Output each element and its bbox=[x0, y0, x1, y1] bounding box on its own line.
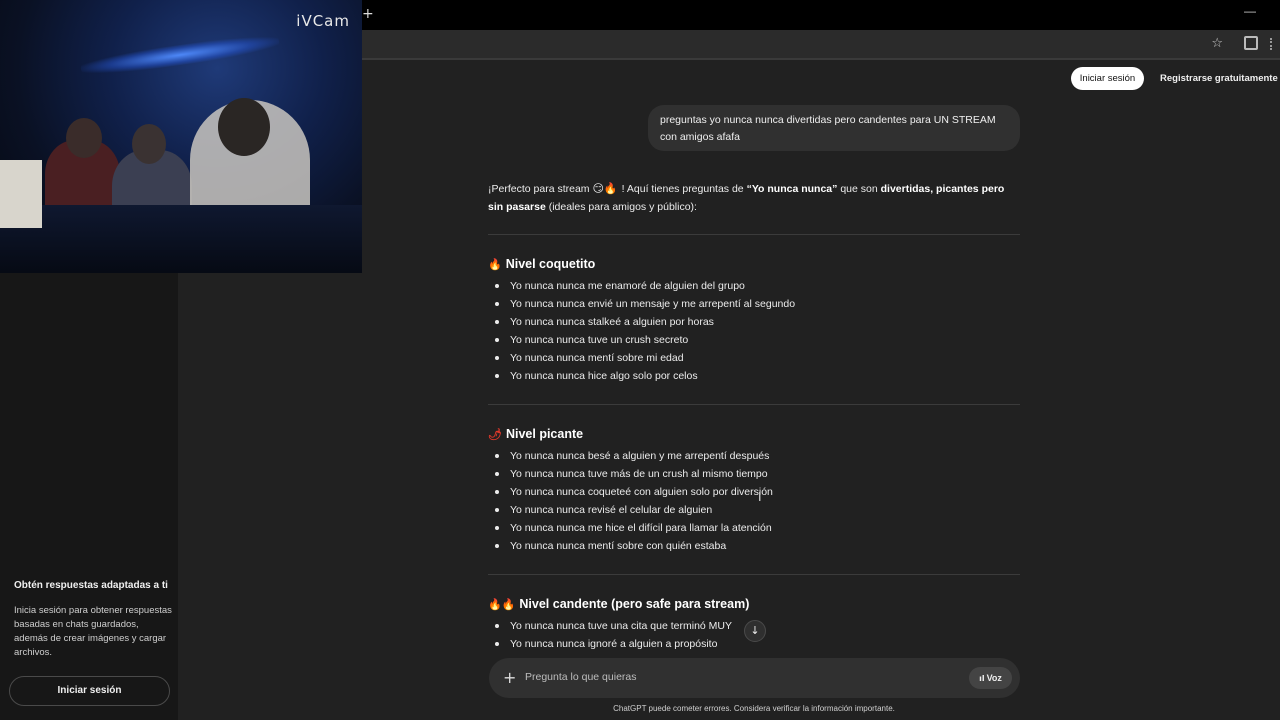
webcam-person-head bbox=[132, 124, 166, 164]
webcam-logo: iVCam bbox=[296, 12, 350, 30]
intro-text: ¡Perfecto para stream bbox=[488, 183, 593, 195]
section-title-picante: 🌶 Nivel picante bbox=[488, 427, 583, 441]
prompt-input[interactable]: Pregunta lo que quieras bbox=[525, 671, 637, 683]
list-item: Yo nunca nunca tuve un crush secreto bbox=[492, 331, 1012, 349]
browser-menu-icon[interactable] bbox=[1270, 38, 1272, 50]
list-item: Yo nunca nunca mentí sobre mi edad bbox=[492, 349, 1012, 367]
user-message-bubble: preguntas yo nunca nunca divertidas pero… bbox=[648, 105, 1020, 151]
intro-text: ! Aquí tienes preguntas de bbox=[621, 183, 747, 195]
webcam-person-head bbox=[218, 98, 270, 156]
assistant-intro: ¡Perfecto para stream 😏🔥! Aquí tienes pr… bbox=[488, 180, 1020, 216]
smirk-fire-emoji-icon: 😏🔥 bbox=[592, 182, 618, 195]
new-tab-icon[interactable]: + bbox=[362, 6, 374, 22]
webcam-person-head bbox=[66, 118, 102, 158]
question-list: Yo nunca nunca besé a alguien y me arrep… bbox=[492, 447, 1012, 555]
attach-plus-icon[interactable]: + bbox=[503, 668, 516, 687]
toolbar-divider bbox=[362, 58, 1280, 60]
list-item: Yo nunca nunca me hice el difícil para l… bbox=[492, 519, 1012, 537]
voice-label: Voz bbox=[986, 673, 1002, 683]
webcam-overlay: iVCam bbox=[0, 0, 362, 273]
list-item: Yo nunca nunca besé a alguien y me arrep… bbox=[492, 447, 1012, 465]
minimize-icon[interactable]: — bbox=[1244, 4, 1256, 18]
list-item: Yo nunca nunca tuve más de un crush al m… bbox=[492, 465, 1012, 483]
text-cursor-icon: I bbox=[758, 490, 762, 504]
webcam-box bbox=[0, 160, 42, 228]
star-icon[interactable]: ☆ bbox=[1211, 36, 1223, 51]
sidebar-promo-title: Obtén respuestas adaptadas a ti bbox=[14, 580, 168, 591]
list-item: Yo nunca nunca stalkeé a alguien por hor… bbox=[492, 313, 1012, 331]
section-divider bbox=[488, 234, 1020, 235]
browser-toolbar: ☆ bbox=[362, 30, 1280, 58]
disclaimer-text: ChatGPT puede cometer errores. Considera… bbox=[613, 704, 895, 713]
intro-bold: “Yo nunca nunca” bbox=[746, 183, 838, 195]
scroll-down-button[interactable]: ↓ bbox=[744, 620, 766, 642]
section-title-candente: 🔥🔥 Nivel candente (pero safe para stream) bbox=[488, 597, 749, 611]
composer[interactable]: + Pregunta lo que quieras ıl Voz bbox=[489, 658, 1020, 698]
sidebar-login-button[interactable]: Iniciar sesión bbox=[9, 676, 170, 706]
waveform-icon: ıl bbox=[979, 674, 985, 683]
voice-button[interactable]: ıl Voz bbox=[969, 667, 1012, 689]
section-title-coquetito: 🔥 Nivel coquetito bbox=[488, 257, 595, 271]
section-title-text: Nivel candente (pero safe para stream) bbox=[519, 597, 750, 611]
webcam-led-light bbox=[79, 31, 281, 79]
list-item: Yo nunca nunca revisé el celular de algu… bbox=[492, 501, 1012, 519]
webcam-desk bbox=[0, 205, 362, 273]
list-item: Yo nunca nunca coqueteé con alguien solo… bbox=[492, 483, 1012, 501]
fire-icon: 🔥 bbox=[488, 258, 502, 271]
list-item: Yo nunca nunca hice algo solo por celos bbox=[492, 367, 1012, 385]
puzzle-icon[interactable] bbox=[1244, 36, 1258, 50]
list-item: Yo nunca nunca me enamoré de alguien del… bbox=[492, 277, 1012, 295]
section-divider bbox=[488, 574, 1020, 575]
section-title-text: Nivel picante bbox=[505, 427, 584, 441]
login-button[interactable]: Iniciar sesión bbox=[1071, 67, 1144, 90]
intro-text: (ideales para amigos y público): bbox=[545, 201, 697, 213]
register-button[interactable]: Registrarse gratuitamente bbox=[1153, 67, 1280, 90]
question-list: Yo nunca nunca me enamoré de alguien del… bbox=[492, 277, 1012, 385]
list-item: Yo nunca nunca mentí sobre con quién est… bbox=[492, 537, 1012, 555]
sidebar-promo-text: Inicia sesión para obtener respuestas ba… bbox=[14, 605, 172, 658]
pepper-icon: 🌶 bbox=[488, 428, 502, 441]
section-title-text: Nivel coquetito bbox=[505, 257, 596, 271]
list-item: Yo nunca nunca envié un mensaje y me arr… bbox=[492, 295, 1012, 313]
intro-text: que son bbox=[837, 183, 881, 195]
fire-icon: 🔥🔥 bbox=[488, 598, 516, 611]
section-divider bbox=[488, 404, 1020, 405]
